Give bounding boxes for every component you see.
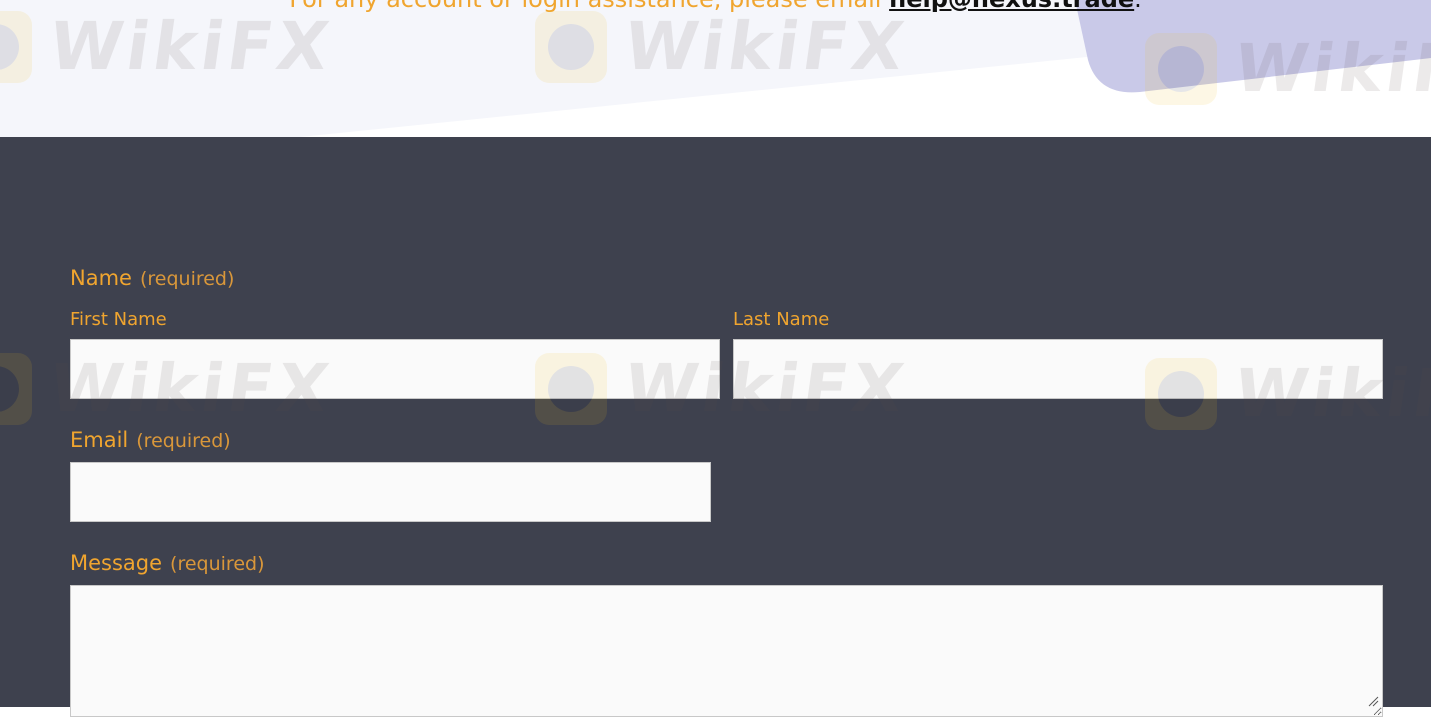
background-decoration: [0, 0, 1431, 137]
email-label-text: Email: [70, 428, 129, 452]
notice-suffix: .: [1134, 0, 1142, 13]
message-required-hint: (required): [170, 553, 265, 575]
message-label-text: Message: [70, 551, 163, 575]
email-required-hint: (required): [136, 430, 231, 452]
top-banner: For any account or login assistance, ple…: [0, 0, 1431, 137]
support-email-link[interactable]: help@nexus.trade: [889, 0, 1134, 13]
name-label: Name (required): [70, 265, 234, 292]
name-required-hint: (required): [139, 268, 235, 290]
assistance-notice: For any account or login assistance, ple…: [0, 0, 1431, 14]
email-label: Email (required): [70, 427, 231, 454]
name-label-text: Name: [70, 266, 132, 290]
email-input[interactable]: [70, 462, 711, 522]
first-name-input[interactable]: [70, 339, 720, 399]
message-textarea[interactable]: [70, 585, 1383, 717]
first-name-label: First Name: [70, 309, 167, 330]
message-label: Message (required): [70, 550, 264, 577]
last-name-label: Last Name: [733, 309, 830, 330]
resize-handle-icon[interactable]: [1367, 695, 1379, 707]
notice-text: For any account or login assistance, ple…: [289, 0, 889, 13]
last-name-input[interactable]: [733, 339, 1383, 399]
contact-form-section: Name (required) First Name Last Name Emai…: [0, 137, 1431, 717]
